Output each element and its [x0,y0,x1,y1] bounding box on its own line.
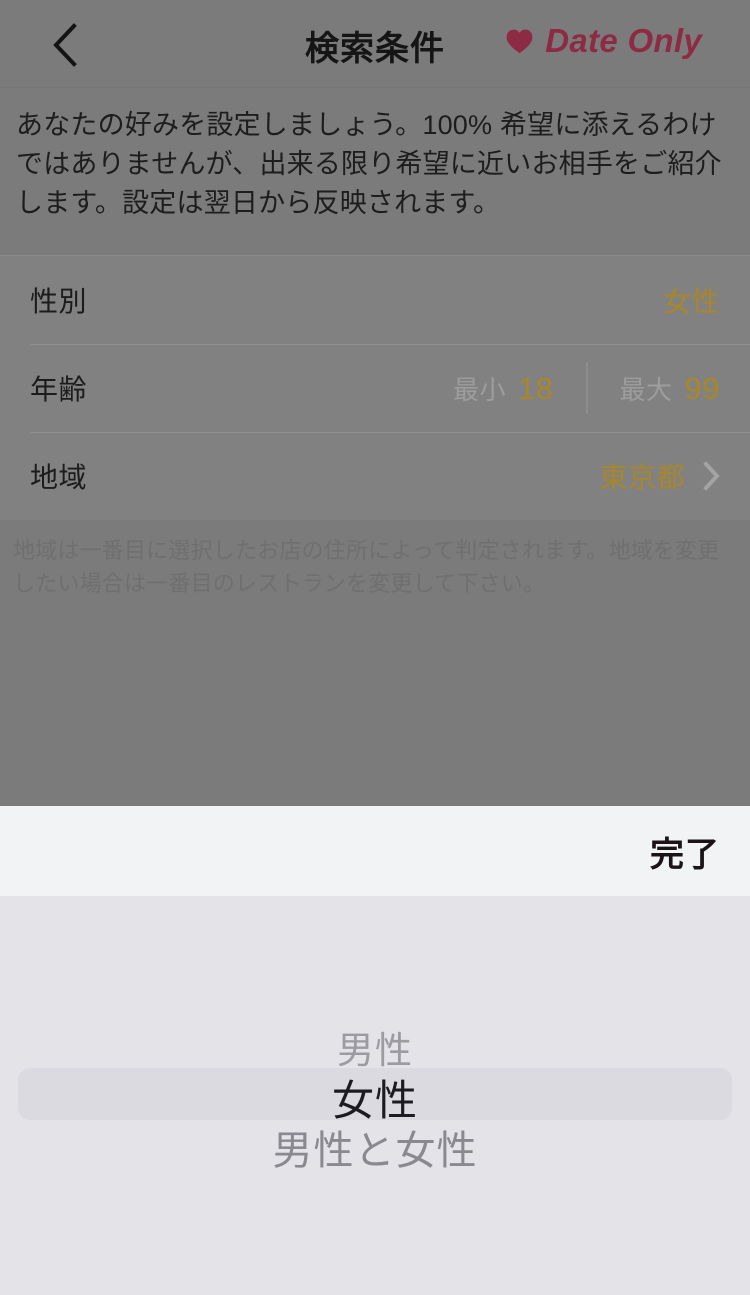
row-value-gender: 女性 [662,286,720,317]
brand-logo: Date Only [506,22,702,60]
row-label-region: 地域 [30,462,88,493]
age-max-caption: 最大 [619,374,673,405]
brand-name: Date Only [545,22,702,59]
age-max-group[interactable]: 最大 99 [620,370,721,407]
picker-toolbar: 完了 [0,806,750,896]
age-max-value: 99 [684,370,720,406]
done-button[interactable]: 完了 [650,827,720,876]
picker-option-male[interactable]: 男性 [0,1020,750,1074]
chevron-right-icon [703,461,720,491]
settings-row-gender[interactable]: 性別 女性 [0,256,750,344]
row-value-container-region: 東京都 [599,456,720,496]
age-range-group: 最小 18 最大 99 [453,362,720,414]
picker-wheel[interactable]: 男性 女性 男性と女性 [0,896,750,1295]
row-label-gender: 性別 [30,286,88,317]
row-divider [30,432,750,433]
row-value-container-gender: 女性 [663,280,720,320]
settings-row-age[interactable]: 年齢 最小 18 最大 99 [0,344,750,432]
settings-row-region[interactable]: 地域 東京都 [0,432,750,520]
row-label-age: 年齢 [30,374,88,405]
row-value-region: 東京都 [599,462,685,493]
navigation-bar: 検索条件 Date Only [0,0,750,88]
age-min-caption: 最小 [453,374,507,405]
heart-icon [506,29,533,53]
gender-picker[interactable]: 男性 女性 男性と女性 [0,896,750,1295]
region-note-text: 地域は一番目に選択したお店の住所によって判定されます。地域を変更したい場合は一番… [13,538,720,596]
row-divider [30,344,750,345]
description-text: あなたの好みを設定しましょう。100% 希望に添えるわけではありませんが、出来る… [16,110,722,218]
row-value-container-age: 最小 18 最大 99 [453,362,720,414]
settings-list: 性別 女性 年齢 最小 18 最大 99 地域 東京都 [0,255,750,520]
app-screen: 検索条件 Date Only あなたの好みを設定しましょう。100% 希望に添え… [0,0,750,1295]
picker-option-male-and-female[interactable]: 男性と女性 [0,1118,750,1176]
dimmed-content-overlay: 検索条件 Date Only あなたの好みを設定しましょう。100% 希望に添え… [0,0,750,806]
age-min-value: 18 [518,370,554,406]
age-min-group[interactable]: 最小 18 [453,370,554,407]
age-range-separator [585,362,588,414]
